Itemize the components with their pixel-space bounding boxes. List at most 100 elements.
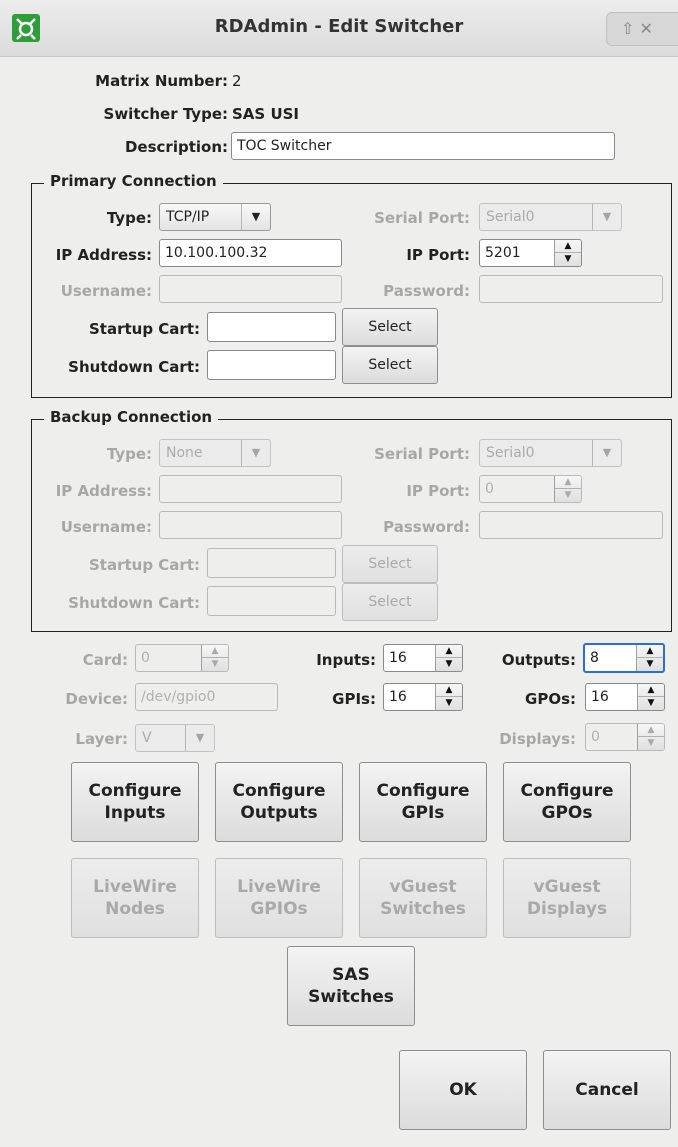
configure-gpos-line1: Configure	[520, 781, 614, 801]
configure-inputs-button[interactable]: Configure Inputs	[71, 762, 199, 842]
ok-button[interactable]: OK	[399, 1050, 527, 1130]
primary-type-select[interactable]: TCP/IP ▼	[159, 203, 271, 231]
backup-username-input[interactable]	[159, 511, 342, 539]
outputs-spinbox[interactable]: 8 ▲ ▼	[583, 643, 665, 673]
primary-serial-port-label: Serial Port:	[374, 209, 470, 227]
outputs-value: 8	[590, 650, 599, 666]
vguest-displays-button[interactable]: vGuest Displays	[503, 858, 631, 938]
backup-type-label: Type:	[106, 445, 152, 463]
backup-startup-cart-input[interactable]	[207, 548, 336, 578]
gpis-spinbox[interactable]: 16 ▲ ▼	[383, 683, 463, 711]
outputs-label: Outputs:	[501, 651, 576, 669]
card-label: Card:	[82, 651, 128, 669]
layer-select[interactable]: V ▼	[135, 724, 215, 752]
sas-switches-button[interactable]: SAS Switches	[287, 946, 415, 1026]
spin-down-icon[interactable]: ▼	[638, 737, 664, 750]
backup-startup-select-button[interactable]: Select	[342, 545, 438, 583]
backup-username-label: Username:	[60, 518, 152, 536]
gpis-value: 16	[389, 689, 407, 705]
configure-outputs-button[interactable]: Configure Outputs	[215, 762, 343, 842]
chevron-down-icon: ▼	[241, 440, 270, 466]
vguest-displays-line2: Displays	[526, 899, 608, 919]
primary-username-input[interactable]	[159, 275, 342, 303]
livewire-gpios-button[interactable]: LiveWire GPIOs	[215, 858, 343, 938]
livewire-gpios-line1: LiveWire	[237, 877, 321, 897]
backup-serial-port-select[interactable]: Serial0 ▼	[479, 439, 622, 467]
backup-password-input[interactable]	[479, 511, 663, 539]
backup-ip-port-value: 0	[485, 481, 494, 497]
livewire-nodes-button[interactable]: LiveWire Nodes	[71, 858, 199, 938]
gpos-label: GPOs:	[525, 690, 576, 708]
spin-buttons[interactable]: ▲ ▼	[637, 724, 664, 750]
spin-up-icon[interactable]: ▲	[638, 724, 664, 737]
spin-down-icon[interactable]: ▼	[555, 253, 581, 266]
spin-down-icon[interactable]: ▼	[555, 489, 581, 502]
backup-ip-port-spinbox[interactable]: 0 ▲ ▼	[479, 475, 582, 503]
backup-shutdown-select-button[interactable]: Select	[342, 583, 438, 621]
configure-gpos-button[interactable]: Configure GPOs	[503, 762, 631, 842]
spin-up-icon[interactable]: ▲	[638, 684, 664, 697]
spin-buttons[interactable]: ▲ ▼	[435, 645, 462, 671]
primary-password-input[interactable]	[479, 275, 663, 303]
backup-type-select[interactable]: None ▼	[159, 439, 271, 467]
spin-buttons[interactable]: ▲ ▼	[637, 684, 664, 710]
backup-password-label: Password:	[383, 518, 470, 536]
primary-connection-title: Primary Connection	[44, 172, 223, 190]
primary-shutdown-select-button[interactable]: Select	[342, 346, 438, 384]
device-label: Device:	[65, 690, 128, 708]
backup-shutdown-cart-input[interactable]	[207, 586, 336, 616]
primary-startup-cart-input[interactable]	[207, 312, 336, 342]
displays-spinbox[interactable]: 0 ▲ ▼	[585, 723, 665, 751]
gpos-spinbox[interactable]: 16 ▲ ▼	[585, 683, 665, 711]
description-label: Description:	[124, 138, 228, 156]
window-controls-glyphs[interactable]: ⇧ ✕	[621, 19, 653, 38]
card-spinbox[interactable]: 0 ▲ ▼	[135, 644, 229, 672]
primary-startup-cart-label: Startup Cart:	[89, 320, 200, 338]
configure-gpos-line2: GPOs	[541, 803, 593, 823]
spin-up-icon[interactable]: ▲	[555, 240, 581, 253]
primary-ip-port-label: IP Port:	[406, 246, 470, 264]
primary-shutdown-cart-input[interactable]	[207, 350, 336, 380]
inputs-spinbox[interactable]: 16 ▲ ▼	[383, 644, 463, 672]
gpos-value: 16	[591, 689, 609, 705]
primary-startup-select-button[interactable]: Select	[342, 308, 438, 346]
livewire-gpios-line2: GPIOs	[250, 899, 308, 919]
primary-serial-port-value: Serial0	[486, 209, 535, 225]
spin-up-icon[interactable]: ▲	[202, 645, 228, 658]
configure-outputs-line1: Configure	[232, 781, 326, 801]
spin-up-icon[interactable]: ▲	[637, 645, 663, 658]
matrix-number-label: Matrix Number:	[95, 72, 228, 90]
primary-ip-port-spinbox[interactable]: 5201 ▲ ▼	[479, 239, 582, 267]
matrix-number-value: 2	[232, 72, 242, 90]
cancel-button[interactable]: Cancel	[543, 1050, 671, 1130]
primary-serial-port-select[interactable]: Serial0 ▼	[479, 203, 622, 231]
spin-down-icon[interactable]: ▼	[638, 697, 664, 710]
card-value: 0	[141, 650, 150, 666]
primary-ip-address-input[interactable]: 10.100.100.32	[159, 239, 342, 267]
spin-up-icon[interactable]: ▲	[436, 684, 462, 697]
description-input[interactable]: TOC Switcher	[231, 132, 615, 160]
displays-value: 0	[591, 729, 600, 745]
switcher-type-label: Switcher Type:	[103, 105, 228, 123]
spin-up-icon[interactable]: ▲	[436, 645, 462, 658]
spin-buttons[interactable]: ▲ ▼	[554, 476, 581, 502]
inputs-value: 16	[389, 650, 407, 666]
primary-password-label: Password:	[383, 282, 470, 300]
configure-gpis-button[interactable]: Configure GPIs	[359, 762, 487, 842]
spin-buttons[interactable]: ▲ ▼	[435, 684, 462, 710]
spin-buttons[interactable]: ▲ ▼	[636, 645, 663, 671]
backup-ip-address-input[interactable]	[159, 475, 342, 503]
device-input[interactable]: /dev/gpio0	[135, 683, 278, 711]
chevron-down-icon: ▼	[241, 204, 270, 230]
primary-type-label: Type:	[106, 209, 152, 227]
vguest-switches-button[interactable]: vGuest Switches	[359, 858, 487, 938]
spin-down-icon[interactable]: ▼	[436, 697, 462, 710]
spin-up-icon[interactable]: ▲	[555, 476, 581, 489]
window-controls[interactable]: ⇧ ✕	[606, 12, 678, 46]
spin-down-icon[interactable]: ▼	[202, 658, 228, 671]
layer-value: V	[142, 730, 152, 746]
spin-buttons[interactable]: ▲ ▼	[554, 240, 581, 266]
spin-down-icon[interactable]: ▼	[436, 658, 462, 671]
spin-down-icon[interactable]: ▼	[637, 658, 663, 671]
spin-buttons[interactable]: ▲ ▼	[201, 645, 228, 671]
